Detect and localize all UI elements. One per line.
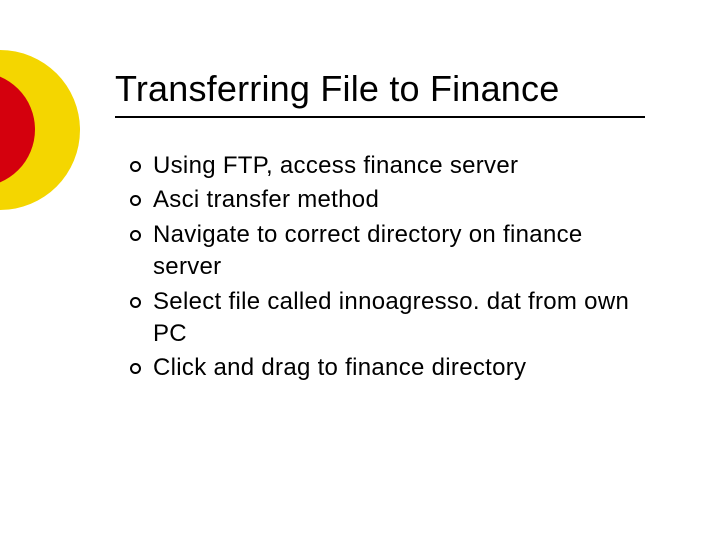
list-item: Using FTP, access finance server xyxy=(130,150,650,182)
list-item-text: Asci transfer method xyxy=(153,184,650,216)
slide-accent-graphic xyxy=(0,50,80,210)
list-item-text: Select file called innoagresso. dat from… xyxy=(153,286,650,351)
bullet-icon xyxy=(130,230,141,241)
list-item-text: Navigate to correct directory on finance… xyxy=(153,219,650,284)
title-underline xyxy=(115,116,645,118)
list-item: Select file called innoagresso. dat from… xyxy=(130,286,650,351)
bullet-icon xyxy=(130,161,141,172)
slide-title: Transferring File to Finance xyxy=(115,68,559,110)
list-item: Click and drag to finance directory xyxy=(130,352,650,384)
list-item: Navigate to correct directory on finance… xyxy=(130,219,650,284)
slide-body: Using FTP, access finance server Asci tr… xyxy=(130,150,650,387)
list-item-text: Using FTP, access finance server xyxy=(153,150,650,182)
bullet-icon xyxy=(130,297,141,308)
bullet-icon xyxy=(130,363,141,374)
bullet-icon xyxy=(130,195,141,206)
list-item-text: Click and drag to finance directory xyxy=(153,352,650,384)
list-item: Asci transfer method xyxy=(130,184,650,216)
